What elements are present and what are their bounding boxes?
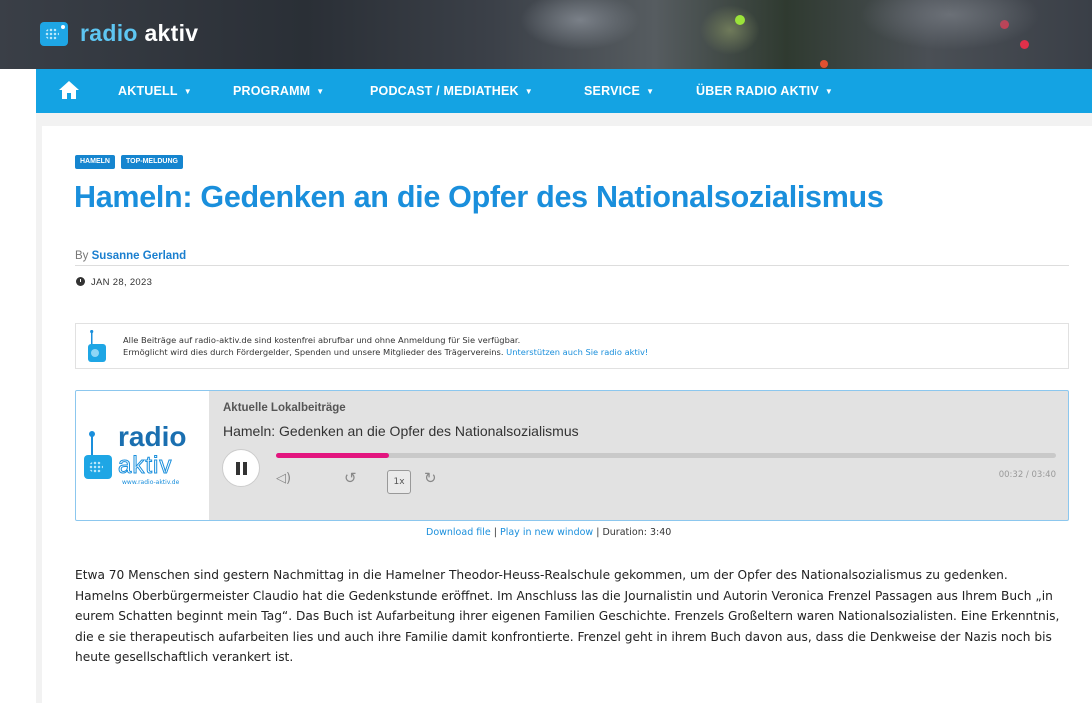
player-category: Aktuelle Lokalbeiträge <box>223 402 346 414</box>
logo-text-radio: radio <box>80 20 138 46</box>
chevron-down-icon: ▼ <box>183 87 192 96</box>
nav-item-programm[interactable]: PROGRAMM ▼ <box>233 69 324 113</box>
playback-rate-button[interactable]: 1x <box>387 470 411 494</box>
audio-player: radio aktiv www.radio-aktiv.de Aktuelle … <box>75 390 1069 521</box>
support-link[interactable]: Unterstützen auch Sie radio aktiv! <box>506 347 648 357</box>
banner-light <box>860 0 1040 50</box>
forward-30-icon[interactable]: ↻ <box>424 469 437 487</box>
divider <box>75 265 1069 266</box>
article-body: Etwa 70 Menschen sind gestern Nachmittag… <box>75 565 1075 668</box>
nav-item-aktuell[interactable]: AKTUELL ▼ <box>118 69 192 113</box>
article-paragraph: Hamelns Oberbürgermeister Claudio hat di… <box>75 588 1060 665</box>
article-title: Hameln: Gedenken an die Opfer des Nation… <box>74 180 884 214</box>
progress-fill <box>276 453 390 458</box>
nav-item-label: ÜBER RADIO AKTIV <box>696 84 819 98</box>
radio-icon <box>88 330 106 362</box>
antenna-icon <box>89 431 95 455</box>
header-banner: radio aktiv <box>0 0 1092 69</box>
duration-text: Duration: 3:40 <box>602 527 672 538</box>
cover-logo-aktiv: aktiv <box>117 452 173 480</box>
logo-icon[interactable] <box>40 22 68 46</box>
chevron-down-icon: ▼ <box>524 87 533 96</box>
progress-bar[interactable] <box>276 453 1056 458</box>
site-logo[interactable]: radio aktiv <box>80 20 198 47</box>
separator: | <box>596 527 600 538</box>
chevron-down-icon: ▼ <box>316 87 325 96</box>
notice-line-1: Alle Beiträge auf radio-aktiv.de sind ko… <box>123 335 521 345</box>
podcast-cover: radio aktiv www.radio-aktiv.de <box>76 391 209 520</box>
nav-item-label: SERVICE <box>584 84 641 98</box>
clock-icon <box>76 277 85 286</box>
banner-led-red <box>820 60 828 68</box>
cover-url: www.radio-aktiv.de <box>122 479 180 486</box>
chevron-down-icon: ▼ <box>824 87 834 96</box>
download-file-link[interactable]: Download file <box>426 527 491 538</box>
support-notice: Alle Beiträge auf radio-aktiv.de sind ko… <box>75 323 1069 369</box>
nav-item-ueber[interactable]: ÜBER RADIO AKTIV ▼ <box>696 69 833 113</box>
nav-item-label: PROGRAMM <box>233 84 311 98</box>
rewind-10-icon[interactable]: ↺ <box>344 469 357 487</box>
player-episode-title: Hameln: Gedenken an die Opfer des Nation… <box>223 423 579 439</box>
pause-button[interactable] <box>222 449 260 487</box>
chevron-down-icon: ▼ <box>646 87 655 96</box>
article-paragraph: Etwa 70 Menschen sind gestern Nachmittag… <box>75 568 1008 582</box>
notice-line-2: Ermöglicht wird dies durch Fördergelder,… <box>123 347 504 357</box>
nav-item-label: PODCAST / MEDIATHEK <box>370 84 519 98</box>
volume-icon[interactable]: ◁) <box>276 471 291 486</box>
author-link[interactable]: Susanne Gerland <box>92 250 187 262</box>
player-time: 00:32 / 03:40 <box>998 470 1056 480</box>
nav-item-podcast[interactable]: PODCAST / MEDIATHEK ▼ <box>370 69 533 113</box>
banner-light <box>520 0 640 50</box>
byline: By Susanne Gerland <box>75 250 186 262</box>
publish-date: JAN 28, 2023 <box>76 276 152 288</box>
banner-led-green <box>735 15 745 25</box>
main-nav: AKTUELL ▼ PROGRAMM ▼ PODCAST / MEDIATHEK ▼ … <box>36 69 1092 113</box>
radio-icon <box>84 455 112 479</box>
notice-text: Alle Beiträge auf radio-aktiv.de sind ko… <box>123 334 648 358</box>
nav-item-service[interactable]: SERVICE ▼ <box>584 69 654 113</box>
tag-top-meldung[interactable]: TOP-MELDUNG <box>121 155 183 169</box>
date-text: JAN 28, 2023 <box>91 277 153 288</box>
banner-light <box>700 5 760 55</box>
byline-prefix: By <box>75 250 89 262</box>
play-new-window-link[interactable]: Play in new window <box>500 527 593 538</box>
tag-hameln[interactable]: HAMELN <box>75 155 115 169</box>
nav-item-label: AKTUELL <box>118 84 178 98</box>
logo-text-aktiv: aktiv <box>144 20 199 46</box>
banner-led-red <box>1020 40 1029 49</box>
home-icon[interactable] <box>58 80 80 100</box>
separator: | <box>493 527 497 538</box>
cover-logo-radio: radio <box>118 421 187 452</box>
download-links: Download file | Play in new window | Dur… <box>426 527 671 538</box>
